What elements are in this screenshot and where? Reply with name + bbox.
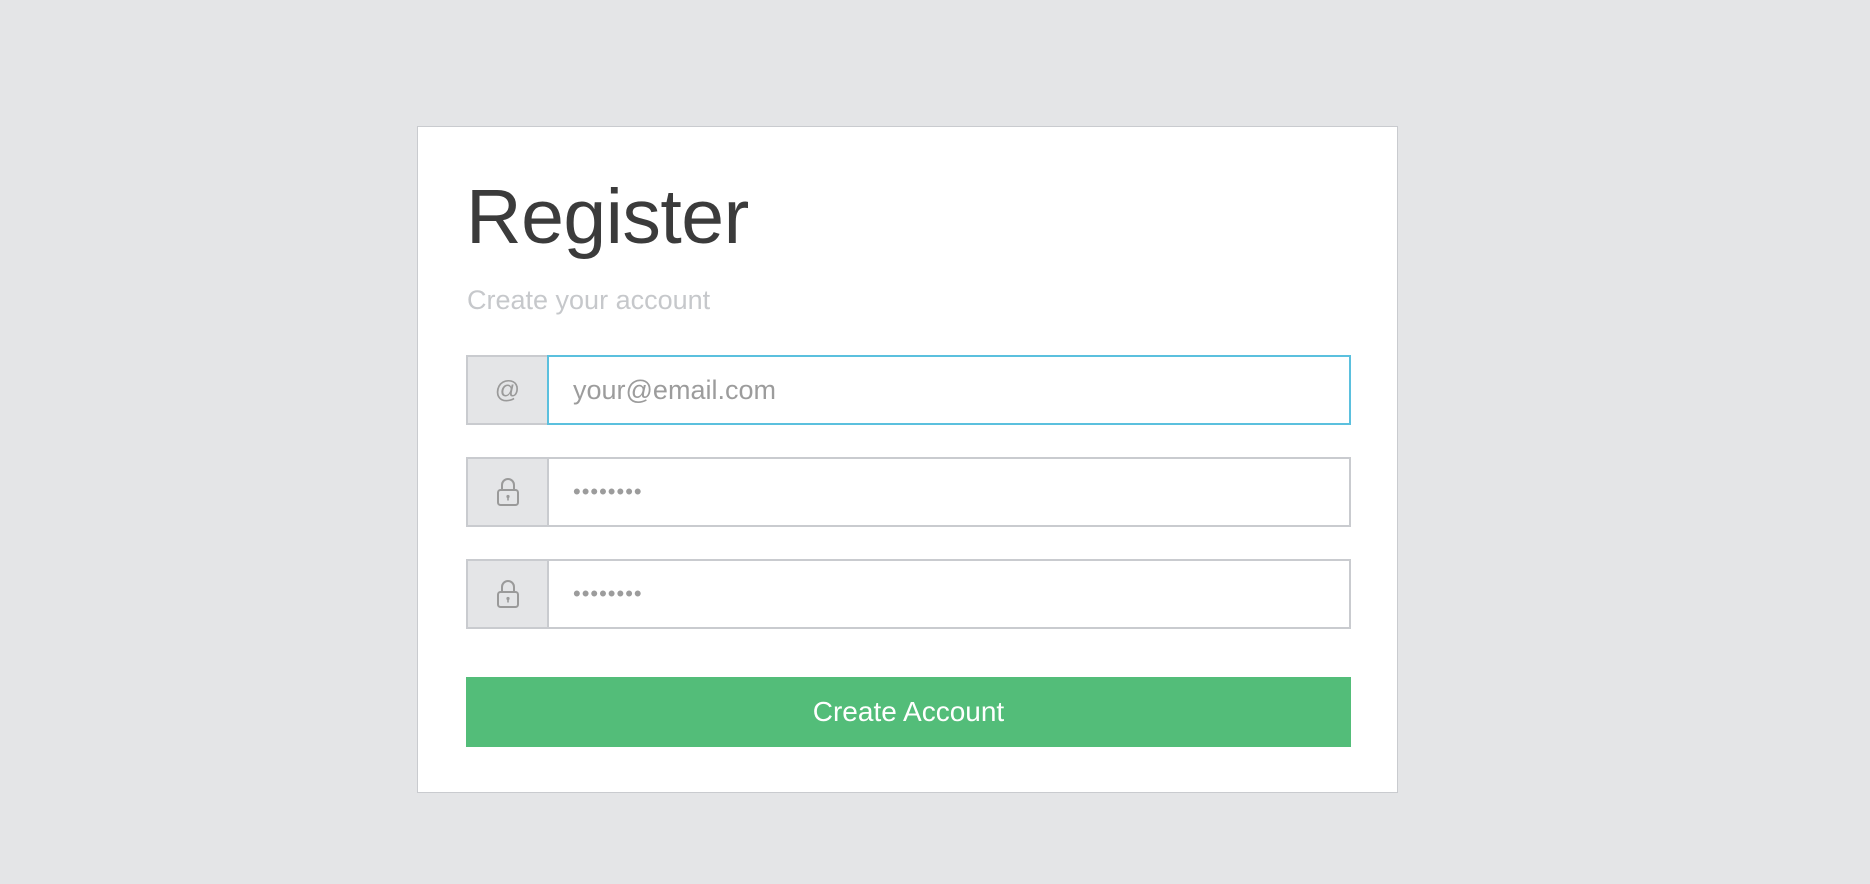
create-account-button[interactable]: Create Account [466, 677, 1351, 747]
confirm-password-input-group [466, 559, 1351, 629]
password-field[interactable] [547, 457, 1351, 527]
lock-icon [466, 559, 547, 629]
page-title: Register [466, 174, 749, 260]
at-sign-icon: @ [466, 355, 547, 425]
confirm-password-field[interactable] [547, 559, 1351, 629]
register-card: Register Create your account @ Crea [417, 126, 1398, 793]
password-input-group [466, 457, 1351, 527]
lock-icon [466, 457, 547, 527]
page-subtitle: Create your account [467, 285, 711, 315]
email-input-group: @ [466, 355, 1351, 425]
email-field[interactable] [547, 355, 1351, 425]
